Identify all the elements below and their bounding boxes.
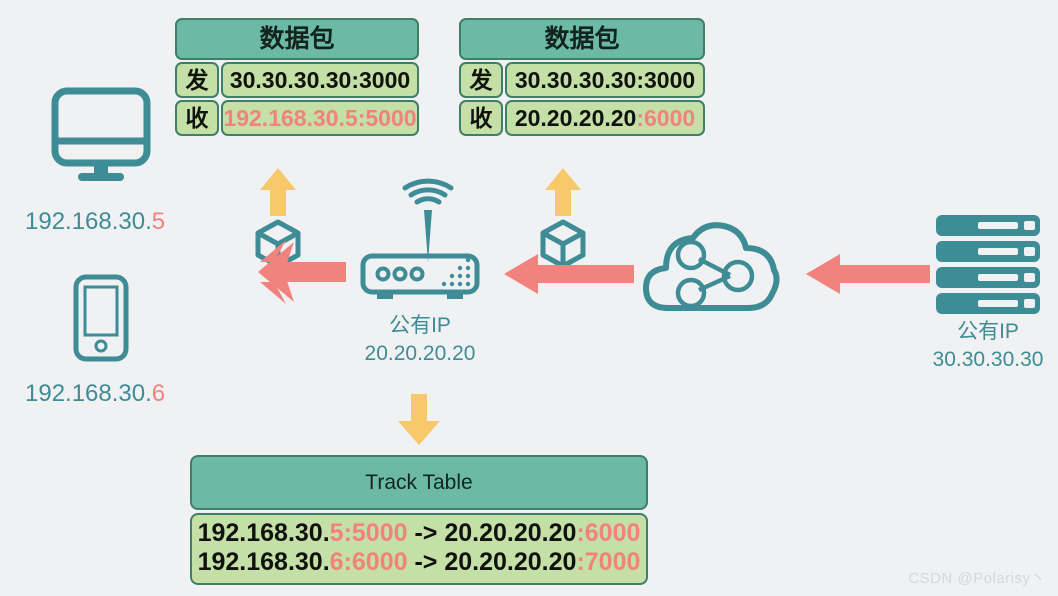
server-caption-line2: 30.30.30.30 [932,348,1044,372]
phone-ip-prefix: 192.168.30. [25,380,152,407]
desktop-ip-label: 192.168.30.5 [25,208,165,236]
arrow-left-icon [806,254,930,294]
arrow-left-icon [504,254,634,294]
desktop-ip-host: 5 [151,208,166,235]
track-row0-arrow: -> [407,519,445,547]
track-row0-src-ip: 192.168.30. [197,519,330,547]
server-icon [936,215,1040,314]
split-arrow-left-icon [258,240,346,304]
packet-table-right: 数据包 发 30.30.30.30:3000 收 20.20.20.20:600… [459,18,705,136]
packet-left-title: 数据包 [175,18,419,60]
packet-right-send-value: 30.30.30.30:3000 [505,62,705,98]
packet-right-recv-ip: 20.20.20.20 [514,104,637,131]
packet-left-recv-value: 192.168.30.5:5000 [221,100,419,136]
track-table-row: 192.168.30.5:5000 -> 20.20.20.20:6000 [192,519,646,548]
desktop-device [48,85,154,181]
track-row1-dst-port: :7000 [576,547,641,576]
cloud-node [638,218,788,318]
packet-right-send-label: 发 [459,62,503,98]
track-row1-arrow: -> [407,547,445,576]
track-table-row: 192.168.30.6:6000 -> 20.20.20.20:7000 [192,548,646,577]
phone-ip-label: 192.168.30.6 [25,380,165,408]
cloud-network-icon [643,222,780,311]
packet-table-left: 数据包 发 30.30.30.30:3000 收 192.168.30.5:50… [175,18,419,136]
router-device [355,178,485,308]
cube-right-svg [540,168,586,269]
router-icon [360,178,480,299]
router-caption: 公有IP 20.20.20.20 [355,312,485,369]
track-row0-dst-ip: 20.20.20.20 [444,519,577,547]
phone-ip-host: 6 [151,380,166,407]
monitor-icon [51,87,151,181]
server-node [934,215,1042,315]
packet-right-row-recv: 收 20.20.20.20:6000 [459,100,705,136]
track-row1-src-ip: 192.168.30. [197,547,330,576]
packet-right-title: 数据包 [459,18,705,60]
arrow-up-icon [545,168,581,216]
desktop-ip-prefix: 192.168.30. [25,208,152,235]
smartphone-icon [73,274,129,362]
packet-left-send-value: 30.30.30.30:3000 [221,62,419,98]
track-table: Track Table 192.168.30.5:5000 -> 20.20.2… [190,455,648,585]
arrow-up-icon [260,168,296,216]
track-table-title: Track Table [190,455,648,510]
track-row0-src-port: 5:5000 [329,519,408,547]
router-caption-line1: 公有IP [389,314,451,337]
arrow-router-to-track [396,393,442,445]
cube-right-group [533,166,595,269]
diagram-canvas: 数据包 发 30.30.30.30:3000 收 192.168.30.5:50… [0,0,1058,596]
track-table-body: 192.168.30.5:5000 -> 20.20.20.20:6000 19… [190,513,648,585]
server-caption-line1: 公有IP [957,320,1019,343]
packet-left-row-send: 发 30.30.30.30:3000 [175,62,419,98]
watermark: CSDN @Polarisy丶 [908,570,1046,587]
server-caption: 公有IP 30.30.30.30 [924,318,1052,375]
phone-device [72,273,130,363]
packet-left-recv-label: 收 [175,100,219,136]
track-row0-dst-port: :6000 [576,519,641,547]
packet-left-send-label: 发 [175,62,219,98]
packet-right-recv-port: :6000 [636,104,696,131]
packet-right-row-send: 发 30.30.30.30:3000 [459,62,705,98]
arrow-router-to-lan [186,238,346,308]
router-caption-line2: 20.20.20.20 [364,342,476,366]
arrow-server-to-cloud [806,252,930,296]
packet-right-recv-value: 20.20.20.20:6000 [505,100,705,136]
arrow-cloud-to-router [504,252,634,296]
arrow-down-icon [398,394,440,445]
packet-right-recv-label: 收 [459,100,503,136]
track-row1-src-port: 6:6000 [329,547,408,576]
packet-left-row-recv: 收 192.168.30.5:5000 [175,100,419,136]
track-row1-dst-ip: 20.20.20.20 [444,547,577,576]
